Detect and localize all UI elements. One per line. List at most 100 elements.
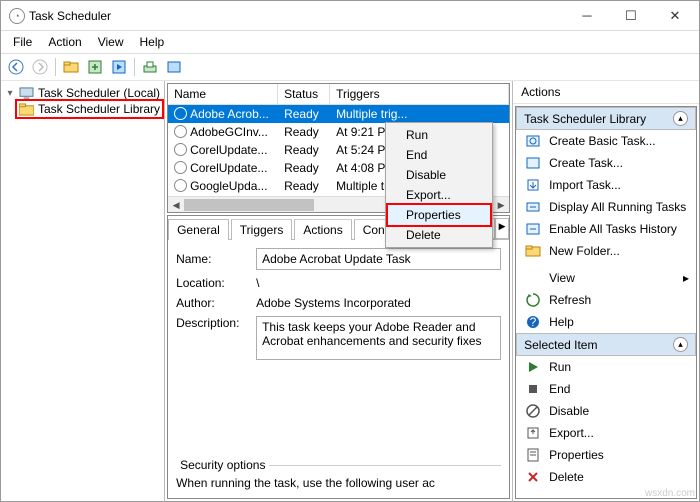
selitem-export-icon bbox=[525, 425, 541, 441]
actions-header: Actions bbox=[513, 81, 699, 104]
location-label: Location: bbox=[176, 276, 256, 290]
task-status: Ready bbox=[278, 123, 330, 141]
toolbar-separator bbox=[55, 58, 56, 76]
ctx-disable[interactable]: Disable bbox=[388, 165, 490, 185]
action-create-task[interactable]: Create Task... bbox=[516, 152, 696, 174]
action-view[interactable]: View▸ bbox=[516, 267, 696, 289]
action-new-folder-icon bbox=[525, 243, 541, 259]
actions-library-header[interactable]: Task Scheduler Library ▴ bbox=[516, 107, 696, 130]
col-triggers[interactable]: Triggers bbox=[330, 84, 509, 104]
tree-panel: ▾ Task Scheduler (Local) Task Scheduler … bbox=[1, 81, 165, 501]
action-display-all-running-tasks-icon bbox=[525, 199, 541, 215]
task-list-header: Name Status Triggers bbox=[168, 84, 509, 105]
tab-triggers[interactable]: Triggers bbox=[231, 219, 293, 240]
nav-forward-button[interactable] bbox=[29, 56, 51, 78]
app-icon: ◔ bbox=[9, 8, 25, 24]
selitem-disable[interactable]: Disable bbox=[516, 400, 696, 422]
collapse-icon[interactable]: ▴ bbox=[673, 111, 688, 126]
selitem-delete-icon bbox=[525, 469, 541, 485]
task-status: Ready bbox=[278, 141, 330, 159]
action-display-all-running-tasks[interactable]: Display All Running Tasks bbox=[516, 196, 696, 218]
selitem-run[interactable]: Run bbox=[516, 356, 696, 378]
submenu-arrow-icon: ▸ bbox=[683, 271, 689, 285]
toolbar-extra-button[interactable] bbox=[163, 56, 185, 78]
tab-actions[interactable]: Actions bbox=[294, 219, 351, 240]
task-name: GoogleUpda... bbox=[190, 179, 267, 193]
description-field[interactable] bbox=[256, 316, 501, 360]
action-import-task[interactable]: Import Task... bbox=[516, 174, 696, 196]
author-label: Author: bbox=[176, 296, 256, 310]
toolbar bbox=[1, 53, 699, 81]
watermark: wsxdn.com bbox=[645, 488, 695, 499]
location-value: \ bbox=[256, 276, 259, 290]
selitem-properties-icon bbox=[525, 447, 541, 463]
actions-panel: Actions Task Scheduler Library ▴ Create … bbox=[513, 81, 699, 501]
ctx-delete[interactable]: Delete bbox=[388, 225, 490, 245]
action-help[interactable]: ?Help bbox=[516, 311, 696, 333]
action-enable-all-tasks-history-icon bbox=[525, 221, 541, 237]
svg-text:?: ? bbox=[530, 315, 537, 329]
ctx-end[interactable]: End bbox=[388, 145, 490, 165]
selitem-export[interactable]: Export... bbox=[516, 422, 696, 444]
action-help-icon: ? bbox=[525, 314, 541, 330]
toolbar-run-button[interactable] bbox=[108, 56, 130, 78]
scroll-right-arrow[interactable]: ▶ bbox=[493, 197, 509, 213]
selitem-end[interactable]: End bbox=[516, 378, 696, 400]
scroll-left-arrow[interactable]: ◀ bbox=[168, 197, 184, 213]
security-options-legend: Security options bbox=[176, 458, 269, 472]
tree-root[interactable]: ▾ Task Scheduler (Local) bbox=[3, 85, 162, 101]
window-title: Task Scheduler bbox=[25, 9, 565, 23]
toolbar-folder-button[interactable] bbox=[60, 56, 82, 78]
clock-icon bbox=[174, 143, 187, 156]
tab-general[interactable]: General bbox=[168, 219, 229, 240]
action-create-basic-task[interactable]: Create Basic Task... bbox=[516, 130, 696, 152]
action-refresh-icon bbox=[525, 292, 541, 308]
maximize-button[interactable]: ☐ bbox=[609, 1, 653, 30]
folder-icon bbox=[19, 103, 34, 116]
task-name: AdobeGCInv... bbox=[190, 125, 268, 139]
tree-library[interactable]: Task Scheduler Library bbox=[17, 101, 162, 117]
menu-action[interactable]: Action bbox=[40, 33, 89, 51]
scroll-thumb[interactable] bbox=[184, 199, 314, 211]
ctx-run[interactable]: Run bbox=[388, 125, 490, 145]
selitem-properties[interactable]: Properties bbox=[516, 444, 696, 466]
task-row[interactable]: Adobe Acrob...ReadyMultiple trig... bbox=[168, 105, 509, 123]
task-trigger: Multiple trig... bbox=[330, 105, 509, 123]
close-button[interactable]: ✕ bbox=[653, 1, 697, 30]
expander-icon[interactable]: ▾ bbox=[5, 88, 15, 99]
task-name: CorelUpdate... bbox=[190, 161, 267, 175]
name-label: Name: bbox=[176, 252, 256, 266]
toolbar-create-button[interactable] bbox=[84, 56, 106, 78]
action-create-basic-task-icon bbox=[525, 133, 541, 149]
task-status: Ready bbox=[278, 177, 330, 195]
security-account-line: When running the task, use the following… bbox=[176, 476, 501, 490]
toolbar-separator bbox=[134, 58, 135, 76]
action-refresh[interactable]: Refresh bbox=[516, 289, 696, 311]
selitem-disable-icon bbox=[525, 403, 541, 419]
blank-icon bbox=[525, 270, 541, 286]
computer-icon bbox=[19, 87, 34, 100]
menu-file[interactable]: File bbox=[5, 33, 40, 51]
tree-library-label: Task Scheduler Library bbox=[38, 102, 160, 116]
clock-icon bbox=[174, 161, 187, 174]
tree-root-label: Task Scheduler (Local) bbox=[38, 86, 160, 100]
action-new-folder[interactable]: New Folder... bbox=[516, 240, 696, 262]
ctx-export[interactable]: Export... bbox=[388, 185, 490, 205]
selitem-delete[interactable]: Delete bbox=[516, 466, 696, 488]
col-status[interactable]: Status bbox=[278, 84, 330, 104]
menu-view[interactable]: View bbox=[90, 33, 132, 51]
action-enable-all-tasks-history[interactable]: Enable All Tasks History bbox=[516, 218, 696, 240]
author-value: Adobe Systems Incorporated bbox=[256, 296, 411, 310]
name-field[interactable] bbox=[256, 248, 501, 270]
ctx-properties[interactable]: Properties bbox=[388, 205, 490, 225]
collapse-icon[interactable]: ▴ bbox=[673, 337, 688, 352]
selitem-run-icon bbox=[525, 359, 541, 375]
actions-selected-header[interactable]: Selected Item ▴ bbox=[516, 333, 696, 356]
minimize-button[interactable]: ─ bbox=[565, 1, 609, 30]
toolbar-tray-button[interactable] bbox=[139, 56, 161, 78]
col-name[interactable]: Name bbox=[168, 84, 278, 104]
nav-back-button[interactable] bbox=[5, 56, 27, 78]
task-name: CorelUpdate... bbox=[190, 143, 267, 157]
menu-help[interactable]: Help bbox=[132, 33, 173, 51]
action-import-task-icon bbox=[525, 177, 541, 193]
